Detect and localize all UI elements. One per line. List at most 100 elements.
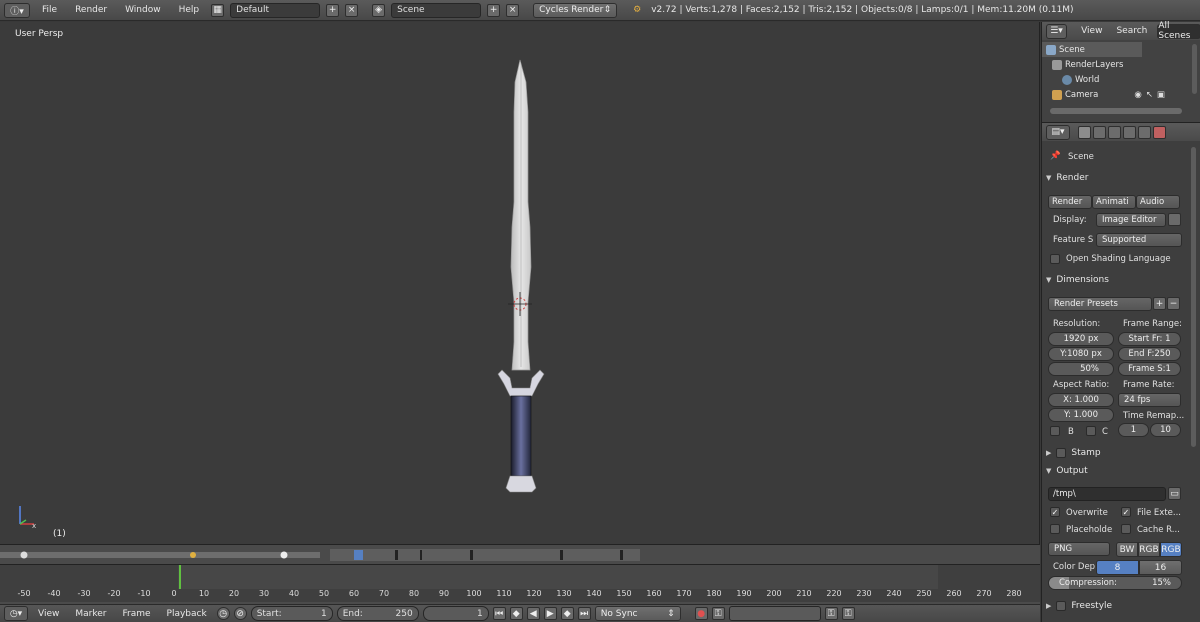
stamp-panel-header[interactable]: ▶ Stamp	[1046, 445, 1101, 461]
color-mode-bw-button[interactable]: BW	[1116, 542, 1138, 557]
jump-start-button[interactable]: ⏮	[492, 607, 506, 620]
outliner-editor-type-button[interactable]: ☰▾	[1046, 23, 1068, 39]
next-keyframe-button[interactable]: ◆	[560, 607, 574, 620]
render-panel-header[interactable]: ▼ Render	[1046, 170, 1088, 186]
scene-browse-button[interactable]: ◈	[372, 3, 386, 17]
color-mode-rgb-button[interactable]: RGB	[1138, 542, 1160, 557]
sword-model[interactable]	[490, 52, 560, 497]
timeline-editor-type-button[interactable]: ◷▾	[4, 606, 28, 621]
cache-result-checkbox[interactable]	[1121, 524, 1131, 534]
play-reverse-button[interactable]: ◀	[526, 607, 540, 620]
frame-rate-select[interactable]: 24 fps	[1118, 393, 1181, 407]
timeline-menu-marker[interactable]: Marker	[69, 609, 112, 619]
start-frame-prop-field[interactable]: Start Fr: 1	[1118, 332, 1181, 346]
file-format-select[interactable]: PNG	[1048, 542, 1110, 556]
compression-slider[interactable]: Compression: 15%	[1048, 576, 1182, 590]
3d-cursor[interactable]	[506, 290, 534, 318]
placeholders-checkbox[interactable]	[1050, 524, 1060, 534]
freestyle-panel-header[interactable]: ▶ Freestyle	[1046, 598, 1112, 614]
resolution-y-field[interactable]: Y:1080 px	[1048, 347, 1114, 361]
display-select[interactable]: Image Editor	[1096, 213, 1166, 227]
current-frame-indicator[interactable]	[179, 565, 181, 589]
play-button[interactable]: ▶	[543, 607, 557, 620]
remove-preset-button[interactable]: −	[1167, 297, 1180, 310]
resolution-percent-field[interactable]: 50%	[1048, 362, 1114, 376]
delete-keyframe-button[interactable]: ⚿	[841, 607, 855, 620]
color-depth-8-button[interactable]: 8	[1096, 560, 1139, 575]
color-mode-rgba-button[interactable]: RGB	[1160, 542, 1182, 557]
render-tab-icon[interactable]	[1078, 125, 1091, 139]
render-camera-icon[interactable]: ▣	[1157, 90, 1165, 100]
timeline-track[interactable]	[0, 565, 1040, 589]
outliner-row-camera[interactable]: Camera ◉ ↖ ▣	[1042, 87, 1165, 102]
timeline-menu-playback[interactable]: Playback	[161, 609, 213, 619]
3d-viewport[interactable]: User Persp (1) x	[0, 22, 1040, 544]
scene-tab-icon[interactable]	[1108, 125, 1121, 139]
render-audio-button[interactable]: Audio	[1136, 195, 1180, 209]
output-panel-header[interactable]: ▼ Output	[1046, 463, 1088, 479]
properties-vertical-scrollbar[interactable]	[1191, 147, 1196, 447]
outliner[interactable]: ☰▾ View Search All Scenes Scene RenderLa…	[1041, 21, 1200, 122]
remove-scene-button[interactable]: ×	[506, 3, 520, 17]
outliner-row-world[interactable]: World	[1042, 72, 1099, 87]
outliner-row-scene[interactable]: Scene	[1042, 42, 1142, 57]
crop-checkbox[interactable]	[1086, 426, 1096, 436]
jump-end-button[interactable]: ⏭	[577, 607, 591, 620]
render-presets-select[interactable]: Render Presets	[1048, 297, 1152, 311]
editor-type-button[interactable]: ⓘ▾	[4, 2, 30, 18]
outliner-horizontal-scrollbar[interactable]	[1050, 108, 1182, 114]
render-still-button[interactable]: Render	[1048, 195, 1092, 209]
layout-browse-button[interactable]: ▦	[211, 3, 225, 17]
dimensions-panel-header[interactable]: ▼ Dimensions	[1046, 272, 1109, 288]
properties-editor-type-button[interactable]: ▤▾	[1046, 124, 1070, 140]
scene-name-field[interactable]: Scene	[391, 2, 482, 18]
preview-range-button[interactable]: ◷	[216, 607, 230, 620]
render-animation-button[interactable]: Animati	[1092, 195, 1136, 209]
file-extensions-checkbox[interactable]: ✓	[1121, 507, 1131, 517]
menu-render[interactable]: Render	[69, 5, 113, 15]
texture-tab-icon[interactable]	[1153, 125, 1166, 139]
auto-keyframe-button[interactable]: ●	[694, 607, 708, 620]
keying-set-field[interactable]	[728, 606, 821, 621]
output-path-field[interactable]: /tmp\	[1048, 487, 1166, 501]
keying-set-button[interactable]: ⚿	[711, 607, 725, 620]
frame-step-field[interactable]: Frame S:1	[1118, 362, 1181, 376]
aspect-y-field[interactable]: Y: 1.000	[1048, 408, 1114, 422]
insert-keyframe-button[interactable]: ⚿	[824, 607, 838, 620]
timeline-editor[interactable]: -50 -40 -30 -20 -10 0 10 20 30 40 50 60 70 80 90 100 110…	[0, 564, 1040, 604]
outliner-menu-view[interactable]: View	[1075, 26, 1108, 36]
prev-keyframe-button[interactable]: ◆	[509, 607, 523, 620]
stamp-checkbox[interactable]	[1056, 448, 1067, 458]
outliner-vertical-scrollbar[interactable]	[1192, 44, 1197, 94]
menu-help[interactable]: Help	[173, 5, 206, 15]
timeline-menu-view[interactable]: View	[32, 609, 65, 619]
eye-icon[interactable]: ◉	[1134, 90, 1141, 100]
remove-layout-button[interactable]: ×	[345, 3, 359, 17]
border-checkbox[interactable]	[1050, 426, 1060, 436]
world-tab-icon[interactable]	[1123, 125, 1136, 139]
lock-range-button[interactable]: ⊘	[233, 607, 247, 620]
color-depth-16-button[interactable]: 16	[1139, 560, 1182, 575]
timeline-ruler[interactable]: -50 -40 -30 -20 -10 0 10 20 30 40 50 60 70 80 90 100 110…	[0, 589, 1040, 602]
current-frame-field[interactable]: 1	[422, 606, 489, 621]
start-frame-field[interactable]: Start: 1	[250, 606, 333, 621]
object-tab-icon[interactable]	[1138, 125, 1151, 139]
end-frame-field[interactable]: End: 250	[336, 606, 419, 621]
add-preset-button[interactable]: +	[1153, 297, 1166, 310]
remap-old-field[interactable]: 1	[1118, 423, 1149, 437]
end-frame-prop-field[interactable]: End F:250	[1118, 347, 1181, 361]
browse-folder-button[interactable]: ▭	[1168, 487, 1181, 500]
outliner-menu-search[interactable]: Search	[1110, 26, 1153, 36]
pin-icon[interactable]: 📌	[1050, 151, 1061, 161]
lock-interface-button[interactable]	[1168, 213, 1181, 226]
add-layout-button[interactable]: +	[326, 3, 340, 17]
outliner-row-renderlayers[interactable]: RenderLayers	[1042, 57, 1123, 72]
feature-set-select[interactable]: Supported	[1096, 233, 1182, 247]
properties-editor[interactable]: ▤▾ 📌 Scene ▼ Render Render Animati Audio …	[1041, 122, 1200, 622]
osl-checkbox[interactable]	[1050, 254, 1060, 264]
viewport-header[interactable]	[0, 544, 1040, 564]
remap-new-field[interactable]: 10	[1150, 423, 1181, 437]
render-engine-select[interactable]: Cycles Render ⇕	[533, 2, 618, 18]
aspect-x-field[interactable]: X: 1.000	[1048, 393, 1114, 407]
freestyle-checkbox[interactable]	[1056, 601, 1067, 611]
